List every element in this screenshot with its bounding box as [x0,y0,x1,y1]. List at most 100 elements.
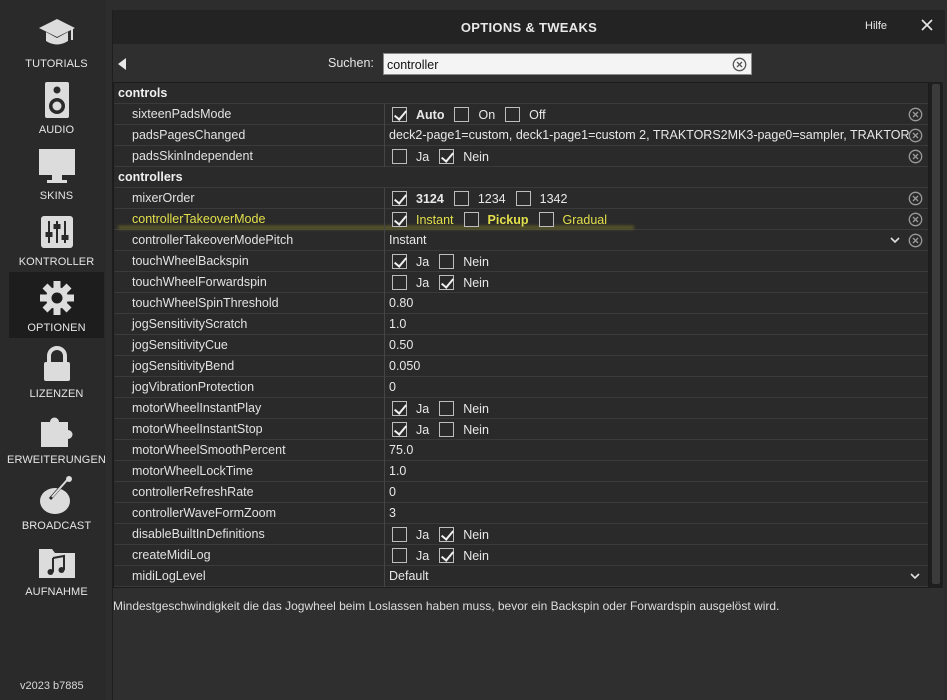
reset-icon[interactable] [908,212,923,227]
gear-icon [9,276,104,320]
column-divider [384,314,385,335]
checkbox-nein[interactable] [439,401,455,416]
sidebar-item-label: KONTROLLER [18,256,95,268]
table-row: controllerTakeoverMode Instant Pickup Gradu… [114,209,928,230]
checkbox-ja[interactable] [392,149,407,164]
setting-value[interactable]: 0 [389,380,909,394]
option-group: 3124 1234 1342 [392,190,577,207]
sidebar: TUTORIALS AUDIO SKINS KONTROLLER OPTIONEN LIZ… [0,0,106,700]
checkbox-3124[interactable] [392,191,407,206]
section-title: controllers [118,170,183,184]
checkbox-ja[interactable] [392,254,407,269]
sliders-icon [9,210,104,254]
back-arrow-icon[interactable] [116,57,128,71]
checkbox-nein[interactable] [439,149,455,164]
checkbox-nein[interactable] [439,275,455,290]
checkbox-instant[interactable] [392,212,407,227]
column-divider [384,545,385,566]
option-label: Ja [416,254,430,269]
chevron-down-icon[interactable] [890,235,900,245]
version-label: v2023 b7885 [20,680,84,692]
table-row: jogVibrationProtection 0 [114,377,928,398]
sidebar-item-broadcast[interactable]: BROADCAST [9,470,104,536]
checkbox-pickup[interactable] [463,212,479,227]
checkbox-ja[interactable] [392,401,407,416]
option-group: Ja Nein [392,547,499,564]
sidebar-item-audio[interactable]: AUDIO [9,74,104,140]
setting-value[interactable]: 1.0 [389,464,909,478]
checkbox-gradual[interactable] [538,212,554,227]
monitor-icon [9,144,104,188]
column-divider [384,377,385,398]
checkbox-off[interactable] [505,107,521,122]
sidebar-item-label: ERWEITERUNGEN [7,454,106,466]
checkbox-nein[interactable] [439,422,455,437]
setting-select[interactable]: Default [389,569,909,583]
options-panel: OPTIONS & TWEAKS Hilfe Suchen: controls s… [112,10,945,700]
reset-icon[interactable] [908,128,923,143]
sidebar-item-kontroller[interactable]: KONTROLLER [9,206,104,272]
checkbox-1342[interactable] [515,191,531,206]
column-divider [384,209,385,230]
reset-icon[interactable] [908,107,923,122]
search-input[interactable] [387,56,717,73]
reset-icon[interactable] [908,233,923,248]
setting-name: touchWheelForwardspin [132,275,267,289]
setting-value[interactable]: 1.0 [389,317,909,331]
checkbox-ja[interactable] [392,422,407,437]
setting-name: jogVibrationProtection [132,380,255,394]
column-divider [384,146,385,167]
setting-value[interactable]: 75.0 [389,443,909,457]
column-divider [384,524,385,545]
setting-value[interactable]: 3 [389,506,909,520]
checkbox-nein[interactable] [439,548,455,563]
checkbox-1234[interactable] [453,191,469,206]
help-button[interactable]: Hilfe [865,20,887,32]
column-divider [384,461,385,482]
setting-value[interactable]: 0.80 [389,296,909,310]
table-row: touchWheelSpinThreshold 0.80 [114,293,928,314]
option-label: Ja [416,275,430,290]
reset-icon[interactable] [908,191,923,206]
close-icon[interactable] [919,17,935,33]
chevron-down-icon[interactable] [910,571,920,581]
checkbox-nein[interactable] [439,254,455,269]
checkbox-on[interactable] [454,107,470,122]
setting-value[interactable]: 0 [389,485,909,499]
table-scrollbar[interactable] [929,82,943,588]
column-divider [384,251,385,272]
checkbox-ja[interactable] [392,548,407,563]
clear-search-icon[interactable] [732,57,747,72]
checkbox-nein[interactable] [439,527,455,542]
app-window: TUTORIALS AUDIO SKINS KONTROLLER OPTIONEN LIZ… [0,0,947,700]
setting-value[interactable]: deck2-page1=custom, deck1-page1=custom 2… [389,128,909,142]
setting-value[interactable]: 0.50 [389,338,909,352]
sidebar-item-label: OPTIONEN [27,322,86,334]
column-divider [384,503,385,524]
scrollbar-thumb[interactable] [932,84,940,584]
sidebar-item-erweiterungen[interactable]: ERWEITERUNGEN [7,404,106,470]
column-divider [384,125,385,146]
checkbox-ja[interactable] [392,527,407,542]
column-divider [384,188,385,209]
table-row: motorWheelSmoothPercent 75.0 [114,440,928,461]
table-row: controllerRefreshRate 0 [114,482,928,503]
checkbox-ja[interactable] [392,275,407,290]
table-row: jogSensitivityBend 0.050 [114,356,928,377]
setting-name: touchWheelSpinThreshold [132,296,279,310]
section-header: controls [114,83,928,104]
sidebar-item-label: LIZENZEN [29,388,84,400]
music-folder-icon [9,540,104,584]
graduation-cap-icon [9,12,104,56]
sidebar-item-lizenzen[interactable]: LIZENZEN [9,338,104,404]
sidebar-item-optionen[interactable]: OPTIONEN [9,272,104,338]
sidebar-item-aufnahme[interactable]: AUFNAHME [9,536,104,602]
table-row: disableBuiltInDefinitions Ja Nein [114,524,928,545]
column-divider [384,440,385,461]
reset-icon[interactable] [908,149,923,164]
setting-select[interactable]: Instant [389,233,909,247]
setting-value[interactable]: 0.050 [389,359,909,373]
checkbox-auto[interactable] [392,107,407,122]
sidebar-item-skins[interactable]: SKINS [9,140,104,206]
sidebar-item-tutorials[interactable]: TUTORIALS [9,8,104,74]
